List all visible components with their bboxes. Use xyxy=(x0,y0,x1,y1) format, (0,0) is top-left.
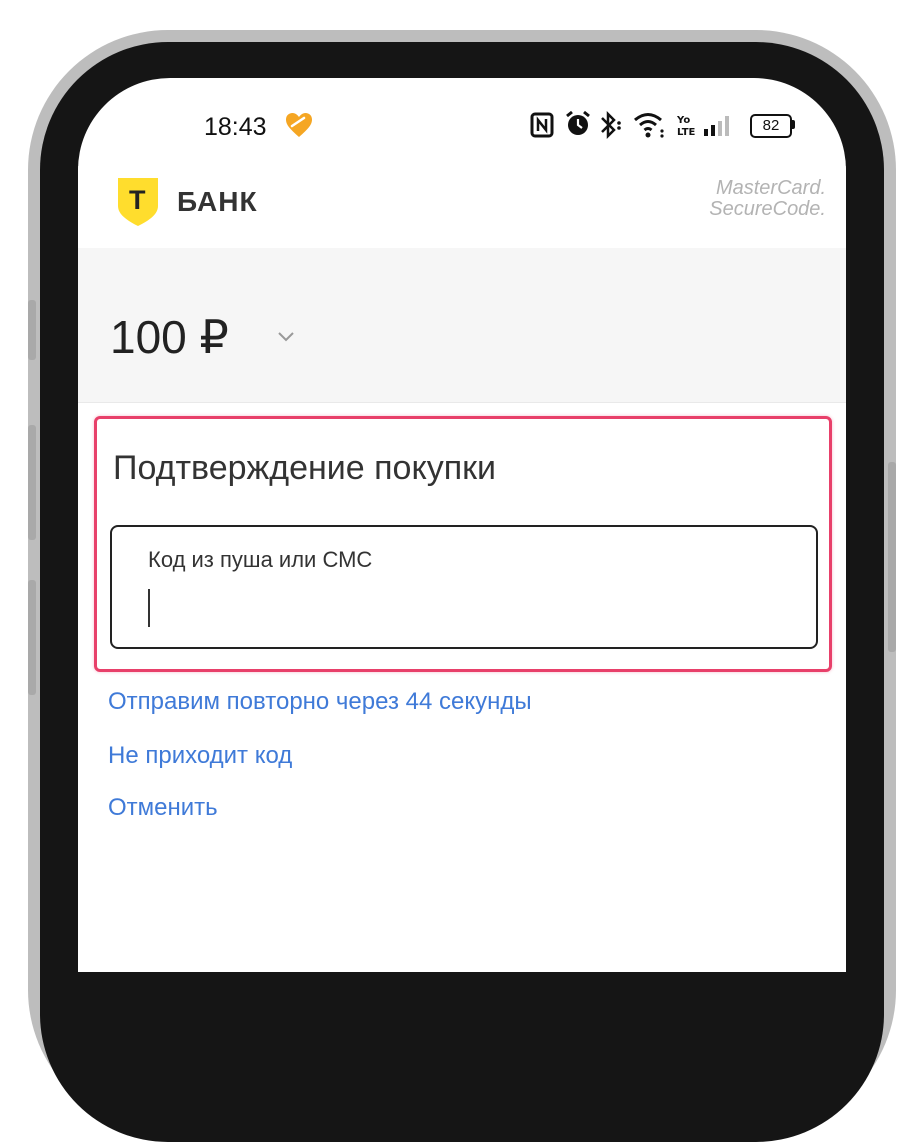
brand-line-1: MasterCard. xyxy=(715,177,826,199)
resend-timer-link[interactable]: Отправим повторно через 44 секунды xyxy=(108,688,532,716)
bank-header: Т БАНК MasterCard. SecureCode. xyxy=(78,166,846,248)
signal-icon xyxy=(704,116,729,136)
alarm-icon xyxy=(566,110,590,135)
logo-letter: Т xyxy=(129,185,146,215)
purchase-amount: 100 ₽ xyxy=(110,311,229,363)
purchase-confirmation-box: Подтверждение покупки Код из пуша или СМ… xyxy=(94,416,832,672)
mastercard-securecode-logo: MasterCard. SecureCode. xyxy=(686,178,826,220)
status-bar: 18:43 Yo LTE 82 xyxy=(78,78,846,178)
side-button-left-mid xyxy=(28,425,36,540)
code-input[interactable]: Код из пуша или СМС xyxy=(110,525,818,649)
battery-icon: 82 xyxy=(750,114,792,138)
brand-line-2: SecureCode. xyxy=(709,198,826,220)
bluetooth-icon xyxy=(601,110,621,140)
heart-icon xyxy=(286,113,312,137)
cancel-link[interactable]: Отменить xyxy=(108,794,218,822)
amount-section[interactable]: 100 ₽ xyxy=(78,248,846,403)
wifi-icon xyxy=(634,113,664,138)
chevron-down-icon[interactable] xyxy=(276,330,296,344)
phone-screen: 18:43 Yo LTE 82 Т БАНК MasterCard. Secur… xyxy=(78,78,846,972)
code-input-label: Код из пуша или СМС xyxy=(148,547,373,572)
svg-text:Yo: Yo xyxy=(676,115,690,126)
side-button-left-bottom xyxy=(28,580,36,695)
status-time: 18:43 xyxy=(204,113,267,141)
battery-tip xyxy=(792,120,795,129)
text-caret xyxy=(148,589,150,627)
confirmation-title: Подтверждение покупки xyxy=(113,449,496,487)
bank-name: БАНК xyxy=(177,186,258,217)
svg-text:LTE: LTE xyxy=(677,127,696,138)
nfc-icon xyxy=(530,112,554,138)
side-button-left-top xyxy=(28,300,36,360)
volte-icon: Yo LTE xyxy=(676,115,696,138)
no-code-link[interactable]: Не приходит код xyxy=(108,742,292,770)
battery-level: 82 xyxy=(762,117,780,134)
side-button-right xyxy=(888,462,896,652)
